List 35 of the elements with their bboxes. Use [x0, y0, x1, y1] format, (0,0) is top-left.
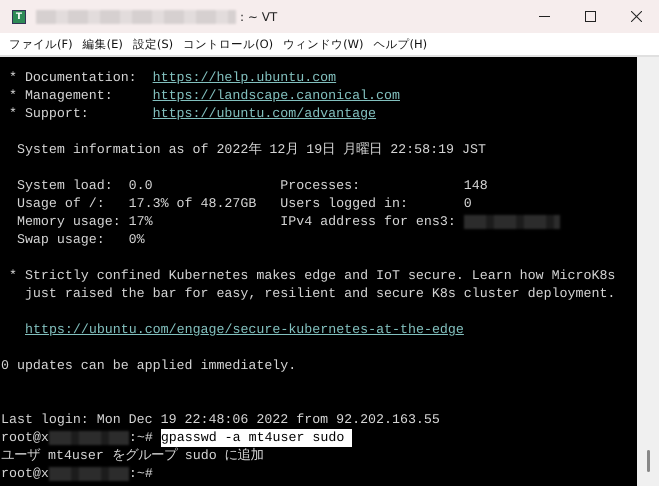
maximize-icon [584, 11, 596, 22]
link[interactable]: https://help.ubuntu.com [152, 69, 336, 87]
terminal-text: root@x [1, 429, 49, 447]
terminal-text: root@x [1, 465, 49, 483]
terminal-text: Swap usage: 0% [16, 231, 145, 249]
terminal-text: Memory usage: 17% IPv4 address for ens3: [16, 213, 457, 231]
link[interactable]: https://landscape.canonical.com [152, 87, 400, 105]
link[interactable]: https://ubuntu.com/engage/secure-kubernetes-at-the-edge [25, 321, 464, 339]
menu-item[interactable]: ヘルプ(H) [368, 36, 432, 52]
terminal-text: * Strictly confined Kubernetes makes edge and IoT secure. Learn how MicroK8s [8, 267, 616, 285]
terminal-text: * Management: [8, 87, 114, 105]
app-icon: T [12, 10, 26, 24]
terminal-text: ユーザ mt4user をグループ sudo に追加 [1, 447, 264, 465]
minimize-icon [538, 16, 550, 18]
selected-command: gpasswd -a mt4user sudo [160, 429, 352, 447]
link[interactable]: https://ubuntu.com/advantage [152, 105, 376, 123]
close-icon [630, 11, 642, 22]
terminal-text: :~# [128, 465, 153, 483]
terminal-text: Last login: Mon Dec 19 22:48:06 2022 from 92.202.163.55 [1, 411, 440, 429]
terminal-text: Usage of /: 17.3% of 48.27GB Users logged in: 0 [16, 195, 472, 213]
terminal-text: just raised the bar for easy, resilient and secure K8s cluster deployment. [24, 285, 616, 303]
menu-item[interactable]: ウィンドウ(W) [278, 36, 369, 52]
terminal-text: * Support: [8, 105, 90, 123]
terminal-text: System information as of 2022年 12月 19日 月曜日 22:58:19 JST [16, 141, 486, 159]
scrollbar-thumb[interactable] [646, 450, 650, 472]
terminal-text: :~# [128, 429, 154, 447]
terminal-text: System load: 0.0 Processes: 148 [16, 177, 488, 195]
menu-item[interactable]: 編集(E) [78, 36, 128, 52]
menu-item[interactable]: コントロール(O) [178, 36, 278, 52]
window-title: : ~ VT [240, 10, 278, 24]
menu-item[interactable]: 設定(S) [128, 36, 178, 52]
scrollbar[interactable] [637, 57, 659, 486]
terminal-text: 0 updates can be applied immediately. [1, 357, 296, 375]
menu-item[interactable]: ファイル(F) [4, 36, 78, 52]
terminal-text: * Documentation: [8, 69, 138, 87]
